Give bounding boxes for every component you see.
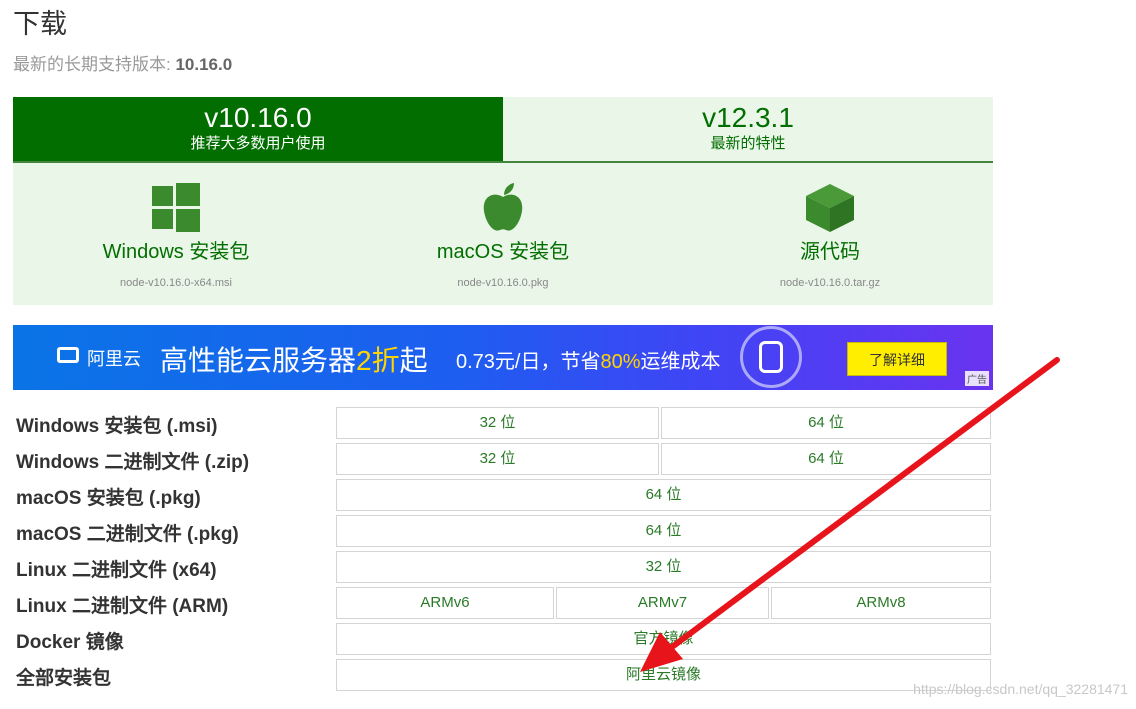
row-label: Linux 二进制文件 (x64) xyxy=(16,560,217,581)
download-link[interactable]: 64 位 xyxy=(336,515,991,547)
aliyun-ad-banner[interactable]: 阿里云 高性能云服务器2折起 0.73元/日，节省80%运维成本 了解详细 广告 xyxy=(13,325,993,390)
tab-lts-subtitle: 推荐大多数用户使用 xyxy=(190,135,326,152)
source-code-download[interactable]: 源代码 node-v10.16.0.tar.gz xyxy=(667,163,993,305)
lts-version-line: 最新的长期支持版本: 10.16.0 xyxy=(13,50,232,75)
table-row: Linux 二进制文件 (ARM) ARMv6 ARMv7 ARMv8 xyxy=(13,585,993,619)
table-row: 全部安装包 阿里云镜像 xyxy=(13,657,993,691)
tab-lts-version: v10.16.0 xyxy=(204,102,312,133)
table-row: Linux 二进制文件 (x64) 32 位 xyxy=(13,549,993,583)
version-tabs: v10.16.0 推荐大多数用户使用 v12.3.1 最新的特性 xyxy=(13,97,993,163)
row-label: Linux 二进制文件 (ARM) xyxy=(16,596,229,617)
table-row: Windows 二进制文件 (.zip) 32 位 64 位 xyxy=(13,441,993,475)
windows-installer-filename: node-v10.16.0-x64.msi xyxy=(120,277,232,289)
download-link[interactable]: ARMv6 xyxy=(336,587,554,619)
windows-installer-download[interactable]: Windows 安装包 node-v10.16.0-x64.msi xyxy=(13,163,339,305)
tab-current-subtitle: 最新的特性 xyxy=(710,135,786,152)
row-label: Windows 二进制文件 (.zip) xyxy=(16,452,250,473)
windows-installer-label: Windows 安装包 xyxy=(102,241,250,263)
ad-promo: 0.73元/日，节省80%运维成本 xyxy=(456,351,721,373)
lts-version: 10.16.0 xyxy=(175,55,233,74)
tab-current-version: v12.3.1 xyxy=(702,102,794,133)
row-label: Windows 安装包 (.msi) xyxy=(16,416,218,437)
download-panel: Windows 安装包 node-v10.16.0-x64.msi macOS … xyxy=(13,163,993,305)
tab-current[interactable]: v12.3.1 最新的特性 xyxy=(503,97,993,161)
download-link[interactable]: 64 位 xyxy=(336,479,991,511)
cube-icon xyxy=(806,184,854,232)
ad-tag: 广告 xyxy=(965,371,989,386)
ad-cta-button[interactable]: 了解详细 xyxy=(847,342,947,376)
macos-installer-label: macOS 安装包 xyxy=(436,241,570,263)
row-label: 全部安装包 xyxy=(16,668,112,689)
aliyun-logo-text: 阿里云 xyxy=(87,349,141,369)
download-link[interactable]: 32 位 xyxy=(336,443,659,475)
macos-installer-filename: node-v10.16.0.pkg xyxy=(457,277,549,289)
server-icon xyxy=(740,326,802,388)
source-code-label: 源代码 xyxy=(800,241,860,263)
page-title: 下载 xyxy=(13,9,67,39)
table-row: macOS 二进制文件 (.pkg) 64 位 xyxy=(13,513,993,547)
download-link[interactable]: 32 位 xyxy=(336,551,991,583)
table-row: Docker 镜像 官方镜像 xyxy=(13,621,993,655)
windows-icon xyxy=(152,183,200,232)
download-link[interactable]: 官方镜像 xyxy=(336,623,991,655)
table-row: Windows 安装包 (.msi) 32 位 64 位 xyxy=(13,405,993,439)
tab-lts[interactable]: v10.16.0 推荐大多数用户使用 xyxy=(13,97,503,161)
download-link[interactable]: 64 位 xyxy=(661,443,991,475)
row-label: Docker 镜像 xyxy=(16,632,124,653)
macos-installer-download[interactable]: macOS 安装包 node-v10.16.0.pkg xyxy=(340,163,666,305)
source-code-filename: node-v10.16.0.tar.gz xyxy=(779,277,881,289)
table-row: macOS 安装包 (.pkg) 64 位 xyxy=(13,477,993,511)
ad-headline: 高性能云服务器2折起 xyxy=(160,345,428,376)
row-label: macOS 安装包 (.pkg) xyxy=(16,488,201,509)
download-link[interactable]: ARMv7 xyxy=(556,587,769,619)
lts-label: 最新的长期支持版本: xyxy=(13,55,176,74)
download-link[interactable]: 64 位 xyxy=(661,407,991,439)
watermark: https://blog.csdn.net/qq_32281471 xyxy=(913,681,1128,697)
row-label: macOS 二进制文件 (.pkg) xyxy=(16,524,239,545)
apple-icon xyxy=(483,183,523,231)
download-link[interactable]: ARMv8 xyxy=(771,587,991,619)
download-link[interactable]: 阿里云镜像 xyxy=(336,659,991,691)
aliyun-logo-icon xyxy=(57,347,79,363)
download-link[interactable]: 32 位 xyxy=(336,407,659,439)
